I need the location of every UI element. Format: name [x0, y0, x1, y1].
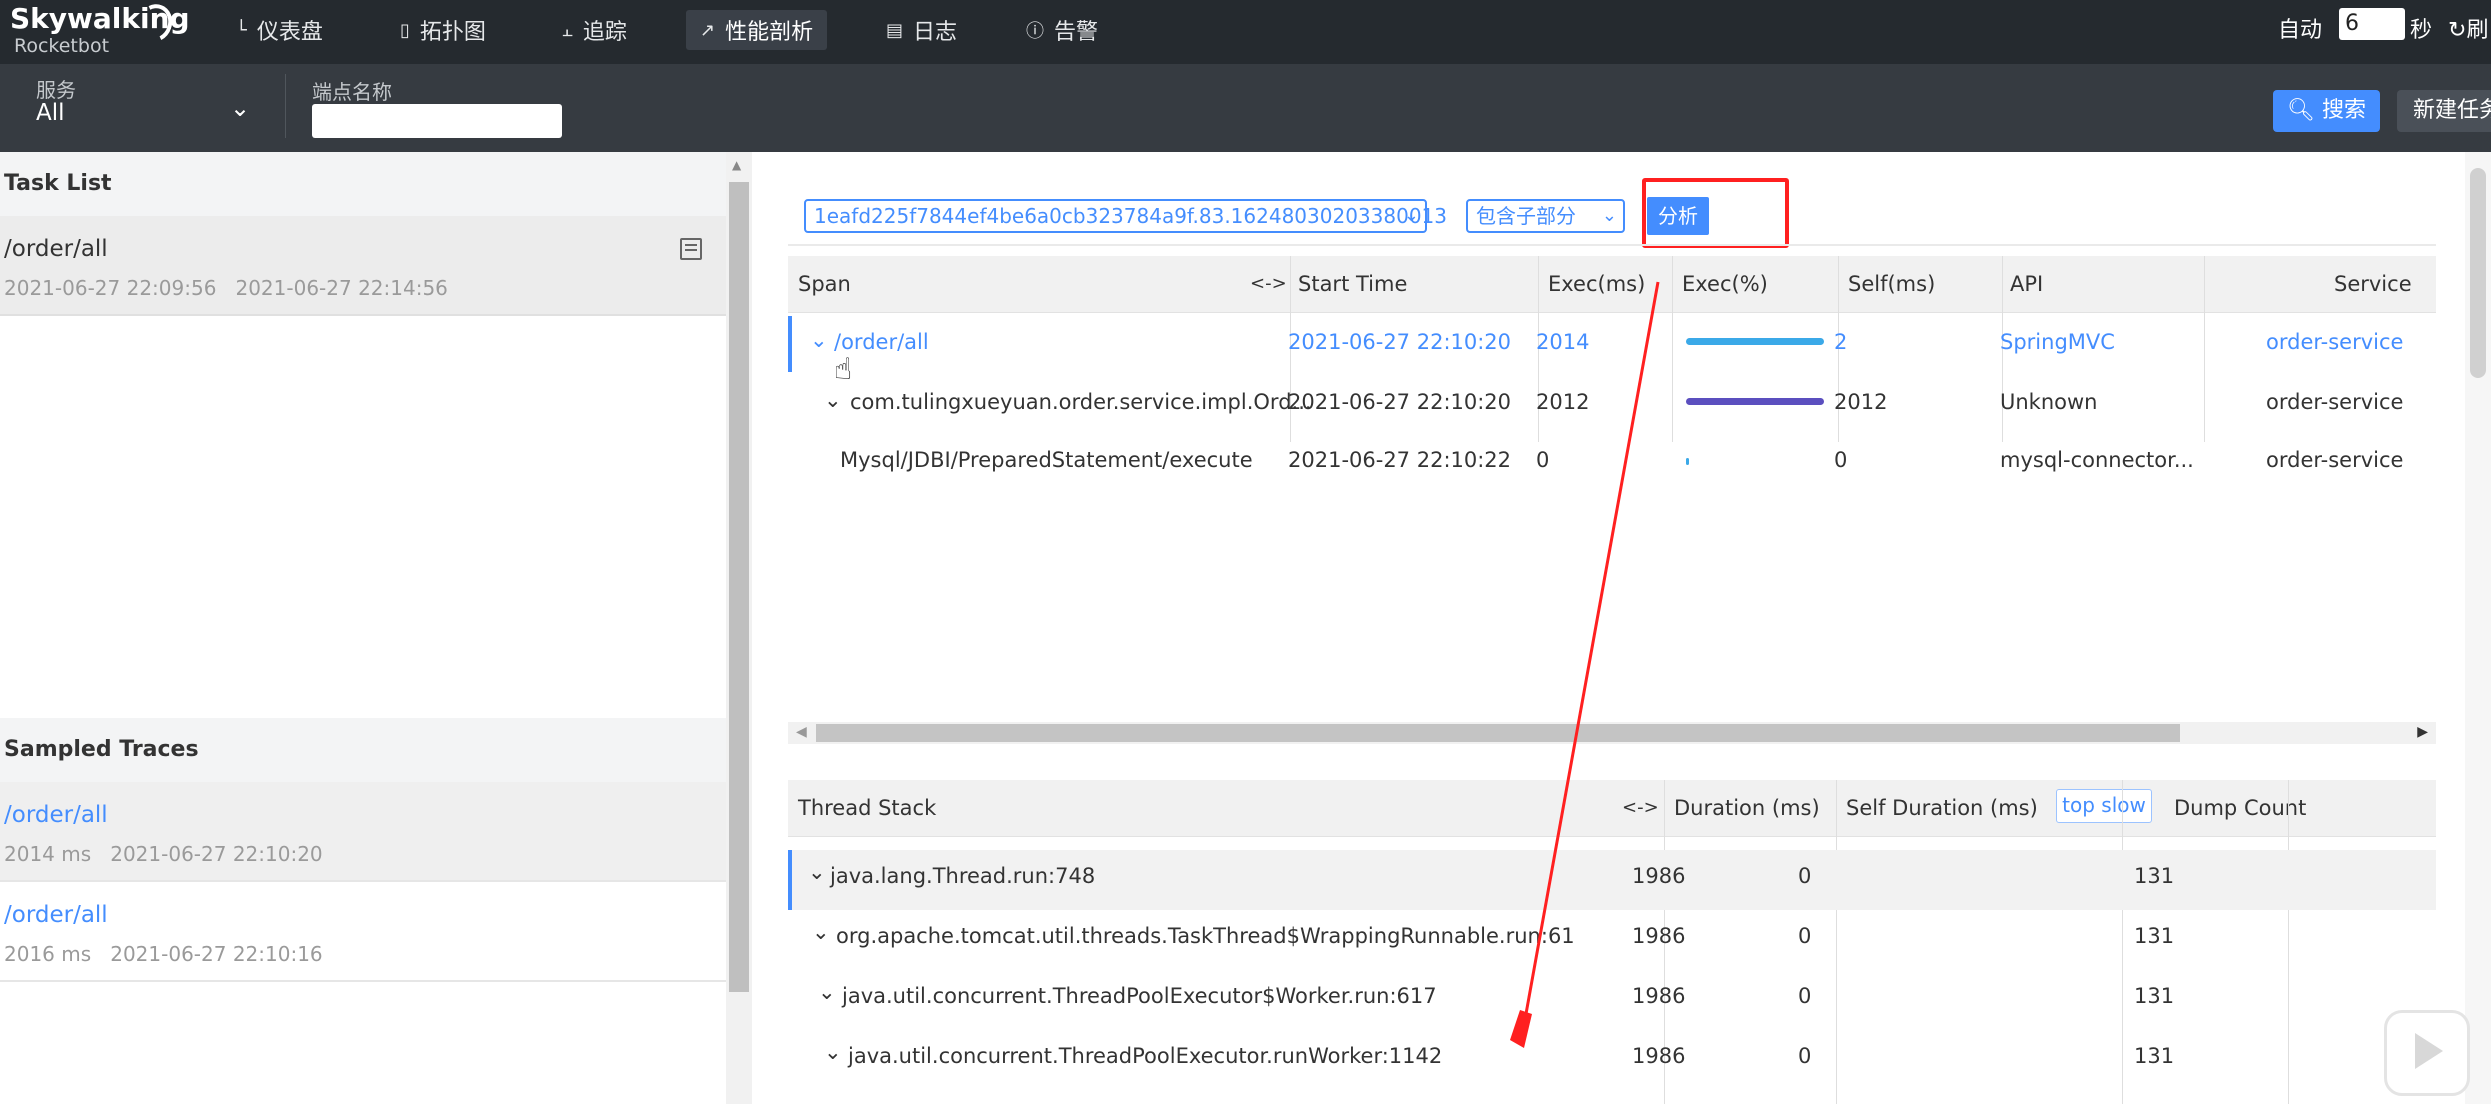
annotation-arrow: [1510, 281, 1660, 1048]
refresh-label: 刷: [2466, 18, 2489, 43]
refresh-interval-input[interactable]: 6: [2339, 8, 2405, 40]
task-detail-icon[interactable]: [680, 238, 702, 260]
top-navigation-bar: Skywalking Rocketbot └ 仪表盘 ▯ 拓扑图 ⫠ 追踪 ↗ 性能剖析…: [0, 0, 2491, 64]
trace-meta: 2014 ms 2021-06-27 22:10:20: [4, 842, 323, 866]
task-time-range: 2021-06-27 22:09:56 2021-06-27 22:14:56: [4, 276, 448, 300]
endpoint-label: 端点名称: [312, 80, 392, 104]
chevron-down-icon[interactable]: ⌄: [230, 94, 250, 122]
trace-endpoint: /order/all: [4, 802, 108, 828]
analysis-panel: 1eafd225f7844ef4be6a0cb323784a9f.83.1624…: [752, 152, 2491, 1104]
profile-icon: ↗: [700, 19, 716, 41]
new-task-button[interactable]: 新建任务: [2397, 90, 2491, 132]
service-label: 服务: [36, 78, 76, 102]
sampled-trace-item[interactable]: /order/all 2016 ms 2021-06-27 22:10:16: [0, 882, 726, 982]
play-icon: [2415, 1033, 2443, 1069]
nav-label: 追踪: [582, 20, 627, 45]
sampled-traces-heading: Sampled Traces: [0, 718, 726, 782]
alarm-icon: ⓘ: [1026, 21, 1044, 42]
search-button[interactable]: 🔍︎ 搜索: [2273, 90, 2380, 132]
dashboard-icon: └: [236, 19, 247, 41]
nav-label: 拓扑图: [419, 20, 486, 45]
left-panel: Task List /order/all 2021-06-27 22:09:56…: [0, 152, 726, 1104]
task-endpoint: /order/all: [4, 236, 108, 262]
nav-label: 性能剖析: [725, 20, 814, 45]
filter-bar: 服务 All ⌄ 端点名称 🔍︎ 搜索 新建任务: [0, 64, 2491, 152]
service-select[interactable]: All: [36, 100, 65, 126]
search-icon: 🔍︎: [2287, 98, 2315, 123]
video-play-icon[interactable]: [2384, 1010, 2470, 1096]
nav-label: 仪表盘: [256, 20, 323, 45]
endpoint-input[interactable]: [312, 104, 562, 138]
refresh-icon: ↻: [2448, 18, 2467, 43]
scroll-up-icon[interactable]: ▲: [732, 158, 741, 172]
auto-refresh-label[interactable]: 自动: [2278, 12, 2322, 44]
scrollbar-thumb[interactable]: [729, 182, 749, 992]
topology-icon: ▯: [400, 19, 410, 41]
nav-label: 日志: [913, 20, 958, 45]
scrollbar-thumb[interactable]: [2470, 168, 2486, 378]
filter-divider: [285, 74, 286, 138]
nav-profile[interactable]: ↗ 性能剖析: [686, 10, 828, 50]
nav-dashboard[interactable]: └ 仪表盘: [222, 10, 337, 50]
sampled-trace-item[interactable]: /order/all 2014 ms 2021-06-27 22:10:20: [0, 782, 726, 882]
refresh-button[interactable]: ↻刷: [2448, 12, 2488, 44]
log-icon: ▤: [886, 19, 904, 41]
task-list-item[interactable]: /order/all 2021-06-27 22:09:56 2021-06-2…: [0, 216, 726, 316]
trace-icon: ⫠: [562, 19, 573, 41]
trace-meta: 2016 ms 2021-06-27 22:10:16: [4, 942, 323, 966]
left-scrollbar[interactable]: ▲: [726, 152, 752, 1104]
logo-subtitle: Rocketbot: [14, 35, 110, 57]
right-scrollbar[interactable]: [2465, 152, 2491, 1104]
seconds-label: 秒: [2410, 18, 2433, 43]
trace-endpoint: /order/all: [4, 902, 108, 928]
nav-trace[interactable]: ⫠ 追踪: [548, 10, 641, 50]
nav-topology[interactable]: ▯ 拓扑图: [386, 10, 500, 50]
search-label: 搜索: [2321, 98, 2366, 123]
nav-label: 告警: [1054, 20, 1099, 45]
task-list-heading: Task List: [0, 152, 726, 216]
nav-log[interactable]: ▤ 日志: [872, 10, 971, 50]
nav-alarm[interactable]: ⓘ 告警: [1012, 10, 1112, 50]
